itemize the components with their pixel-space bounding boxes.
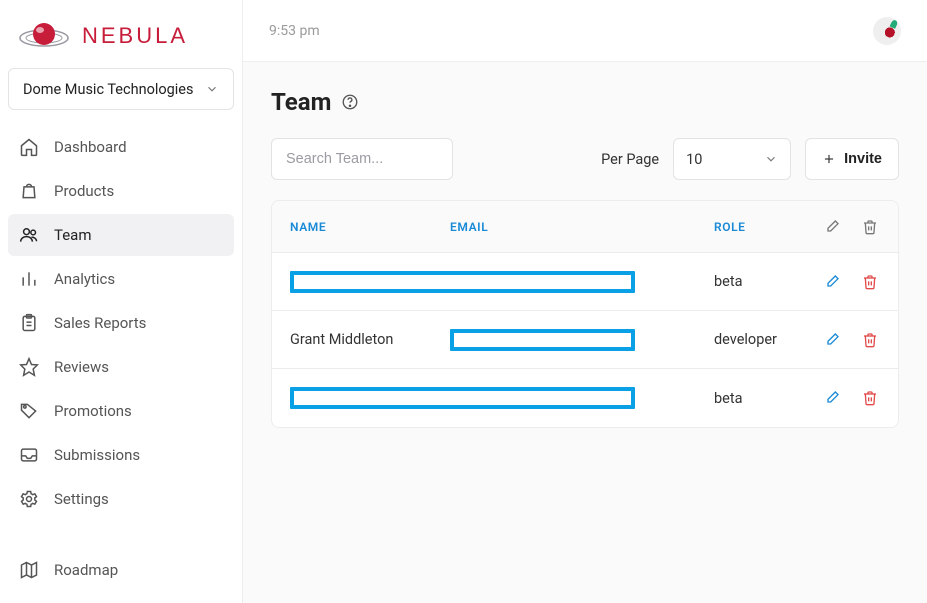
sidebar-item-label: Roadmap [54, 561, 118, 579]
table-header: NAME EMAIL ROLE [272, 201, 898, 253]
gear-icon [18, 488, 40, 510]
avatar[interactable] [873, 17, 901, 45]
star-icon [18, 356, 40, 378]
sidebar-item-reviews[interactable]: Reviews [8, 346, 234, 388]
sidebar-item-label: Products [54, 182, 114, 200]
sidebar-item-settings[interactable]: Settings [8, 478, 234, 520]
tag-icon [18, 400, 40, 422]
sidebar-item-label: Reviews [54, 358, 109, 376]
team-table: NAME EMAIL ROLE beta [271, 200, 899, 428]
sidebar-item-label: Submissions [54, 446, 140, 464]
redacted-value [290, 387, 635, 409]
cell-role: beta [714, 273, 822, 290]
bag-icon [18, 180, 40, 202]
clipboard-icon [18, 312, 40, 334]
col-header-name[interactable]: NAME [290, 220, 450, 234]
col-header-role[interactable]: ROLE [714, 220, 822, 234]
plus-icon [822, 152, 836, 166]
delete-button[interactable] [860, 330, 880, 350]
sidebar-item-label: Team [54, 226, 92, 244]
page-header: Team [271, 88, 899, 116]
invite-label: Invite [844, 151, 882, 167]
sidebar-item-submissions[interactable]: Submissions [8, 434, 234, 476]
cell-name: Grant Middleton [290, 331, 450, 348]
brand-logo: NEBULA [8, 12, 234, 68]
home-icon [18, 136, 40, 158]
redacted-value [290, 271, 635, 293]
clock: 9:53 pm [269, 23, 320, 39]
col-header-email[interactable]: EMAIL [450, 220, 714, 234]
sidebar-item-label: Dashboard [54, 138, 127, 156]
edit-all-button[interactable] [822, 217, 842, 237]
perpage-label: Per Page [601, 151, 659, 168]
cell-role: beta [714, 390, 822, 407]
org-name: Dome Music Technologies [23, 81, 193, 98]
delete-button[interactable] [860, 388, 880, 408]
delete-button[interactable] [860, 272, 880, 292]
sidebar-item-dashboard[interactable]: Dashboard [8, 126, 234, 168]
table-row: Grant Middleton developer [272, 311, 898, 369]
chevron-down-icon [205, 82, 219, 96]
page-title: Team [271, 88, 331, 116]
invite-button[interactable]: Invite [805, 138, 899, 180]
main: 9:53 pm Team Per Page 10 Invite [243, 0, 927, 603]
sidebar-item-promotions[interactable]: Promotions [8, 390, 234, 432]
users-icon [18, 224, 40, 246]
inbox-icon [18, 444, 40, 466]
table-row: beta [272, 253, 898, 311]
topbar: 9:53 pm [243, 0, 927, 62]
brand-name: NEBULA [82, 23, 188, 49]
nav: Dashboard Products Team Analytics Sales … [8, 126, 234, 520]
perpage-select[interactable]: 10 [673, 138, 791, 180]
edit-button[interactable] [822, 272, 842, 292]
sidebar-item-roadmap[interactable]: Roadmap [8, 549, 234, 591]
delete-all-button[interactable] [860, 217, 880, 237]
chart-icon [18, 268, 40, 290]
sidebar-item-label: Sales Reports [54, 314, 146, 332]
help-icon[interactable] [341, 93, 359, 111]
sidebar-item-label: Promotions [54, 402, 132, 420]
sidebar-item-sales-reports[interactable]: Sales Reports [8, 302, 234, 344]
planet-icon [16, 18, 72, 54]
table-row: beta [272, 369, 898, 427]
sidebar-item-label: Analytics [54, 270, 115, 288]
chevron-down-icon [764, 152, 778, 166]
org-selector[interactable]: Dome Music Technologies [8, 68, 234, 110]
redacted-value [450, 329, 635, 351]
cell-email [450, 329, 714, 351]
perpage-value: 10 [686, 151, 702, 168]
sidebar-item-analytics[interactable]: Analytics [8, 258, 234, 300]
content: Team Per Page 10 Invite NAME [243, 62, 927, 603]
sidebar: NEBULA Dome Music Technologies Dashboard… [0, 0, 243, 603]
sidebar-item-products[interactable]: Products [8, 170, 234, 212]
search-input[interactable] [271, 138, 453, 180]
sidebar-item-team[interactable]: Team [8, 214, 234, 256]
cell-role: developer [714, 331, 822, 348]
sidebar-item-label: Settings [54, 490, 109, 508]
controls: Per Page 10 Invite [271, 138, 899, 180]
edit-button[interactable] [822, 330, 842, 350]
edit-button[interactable] [822, 388, 842, 408]
map-icon [18, 559, 40, 581]
